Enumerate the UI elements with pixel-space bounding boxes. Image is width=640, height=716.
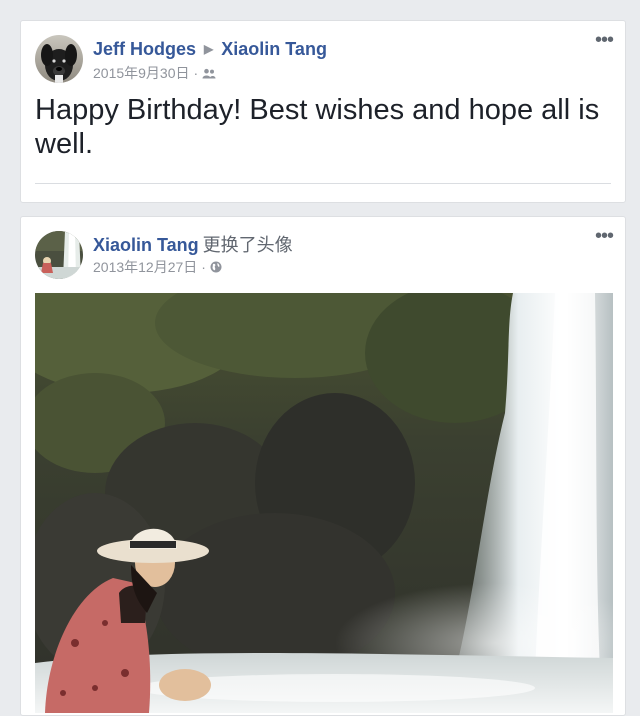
more-options-icon[interactable]: ••• [595, 30, 614, 50]
post-text: Happy Birthday! Best wishes and hope all… [35, 94, 600, 160]
friends-icon[interactable] [202, 68, 216, 79]
post-header: Jeff Hodges ▶ Xiaolin Tang 2015年9月30日 · [93, 37, 327, 82]
profile-photo[interactable] [35, 293, 613, 713]
post-card-profile-picture: Xiaolin Tang 更换了头像 2013年12月27日 · ••• [20, 216, 626, 716]
target-name-link[interactable]: Xiaolin Tang [221, 39, 327, 59]
post-card-birthday: Jeff Hodges ▶ Xiaolin Tang 2015年9月30日 · ••… [20, 20, 626, 203]
author-avatar-waterfall[interactable] [35, 231, 83, 279]
author-avatar-dog[interactable] [35, 35, 83, 83]
post-timestamp[interactable]: 2013年12月27日 [93, 258, 197, 276]
author-name-link[interactable]: Xiaolin Tang [93, 235, 199, 255]
post-header: Xiaolin Tang 更换了头像 2013年12月27日 · [93, 233, 293, 276]
separator-dot: · [193, 65, 199, 81]
globe-icon[interactable] [210, 261, 222, 273]
separator-dot: · [201, 259, 206, 275]
post-timestamp[interactable]: 2015年9月30日 [93, 64, 190, 82]
divider [35, 183, 611, 184]
arrow-right-icon: ▶ [204, 42, 214, 56]
post-action-text: 更换了头像 [202, 235, 293, 255]
author-name-link[interactable]: Jeff Hodges [93, 39, 196, 59]
more-options-icon[interactable]: ••• [595, 226, 614, 246]
